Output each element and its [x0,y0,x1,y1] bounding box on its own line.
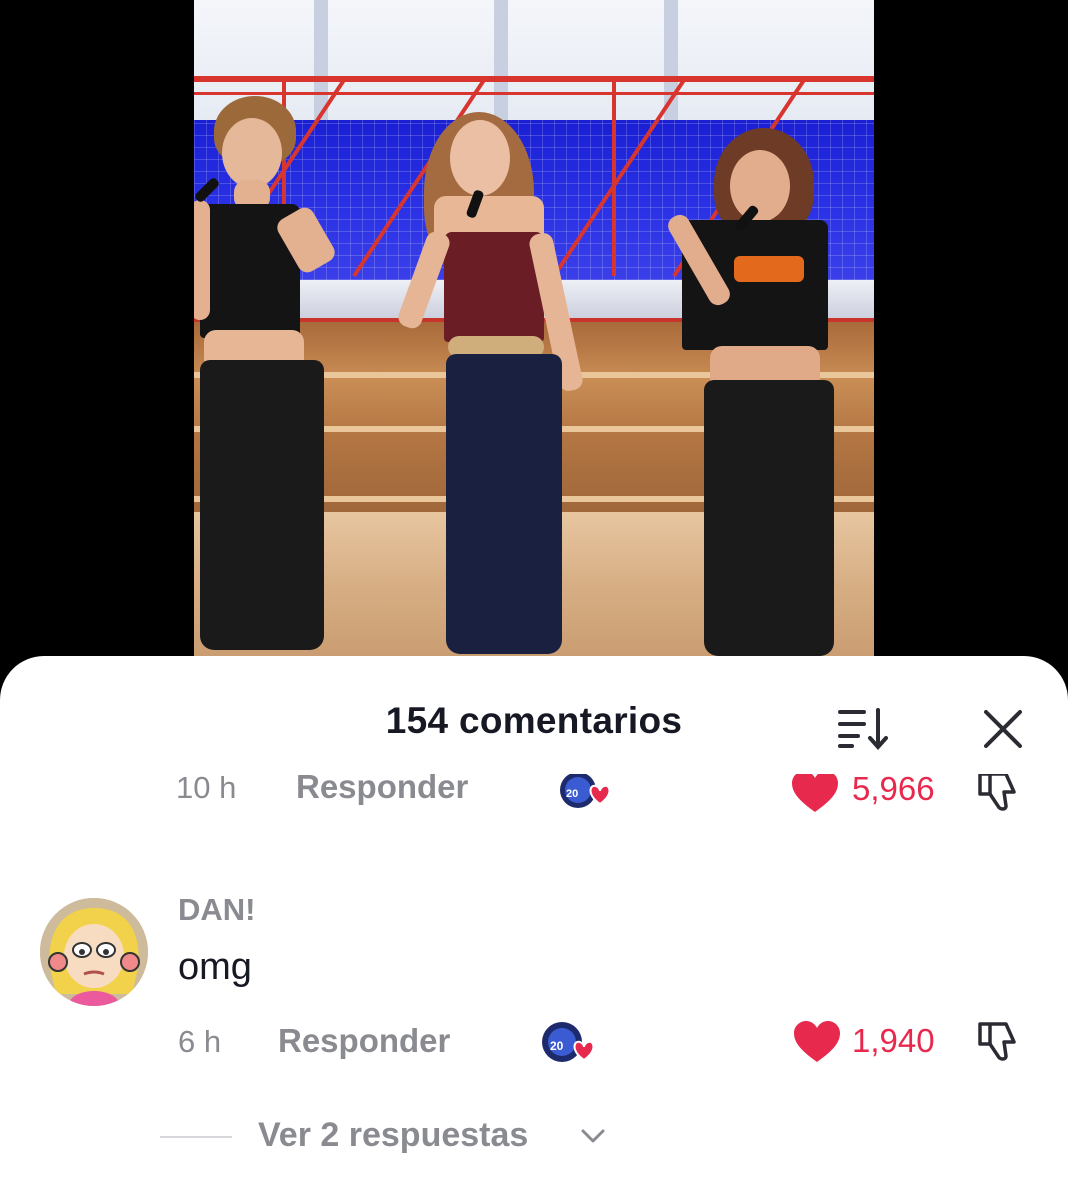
creator-liked-badge: 20 [560,774,611,808]
cartoon-avatar-image [40,898,148,1006]
comments-count-title: 154 comentarios [385,700,683,741]
view-replies-link[interactable]: Ver 2 respuestas [258,1116,528,1155]
comment-time: 6 h [178,1024,222,1059]
reply-button[interactable]: Responder [278,1022,450,1060]
thumbs-down-icon[interactable] [974,1018,1024,1064]
thumbs-down-icon[interactable] [974,774,1024,814]
heart-filled-icon[interactable] [790,774,840,814]
comment-meta-row: 10 h Responder 20 5,966 [0,774,1068,812]
sort-descending-icon[interactable] [836,706,892,750]
video-player[interactable] [0,0,1068,660]
chevron-down-icon[interactable] [580,1128,606,1146]
svg-text:20: 20 [550,1039,564,1053]
comment-text: omg [178,946,252,988]
previous-comment-meta-clip: 10 h Responder 20 5,966 [0,774,1068,824]
close-icon[interactable] [980,706,1026,752]
video-frame[interactable] [194,0,874,660]
like-count: 1,940 [852,1022,935,1059]
avatar[interactable] [40,898,148,1006]
comment-meta-row: 6 h Responder 20 1,940 [0,1016,1068,1066]
comment-username[interactable]: DAN! [178,892,256,928]
comment-time: 10 h [176,774,237,805]
heart-filled-icon[interactable] [792,1020,842,1064]
replies-divider [160,1136,232,1138]
comments-sheet: 154 comentarios 10 h Responder 20 5,966 … [0,656,1068,1200]
like-count: 5,966 [852,774,935,807]
svg-text:20: 20 [566,788,578,800]
reply-button[interactable]: Responder [296,774,468,806]
creator-liked-badge: 20 [542,1022,595,1062]
